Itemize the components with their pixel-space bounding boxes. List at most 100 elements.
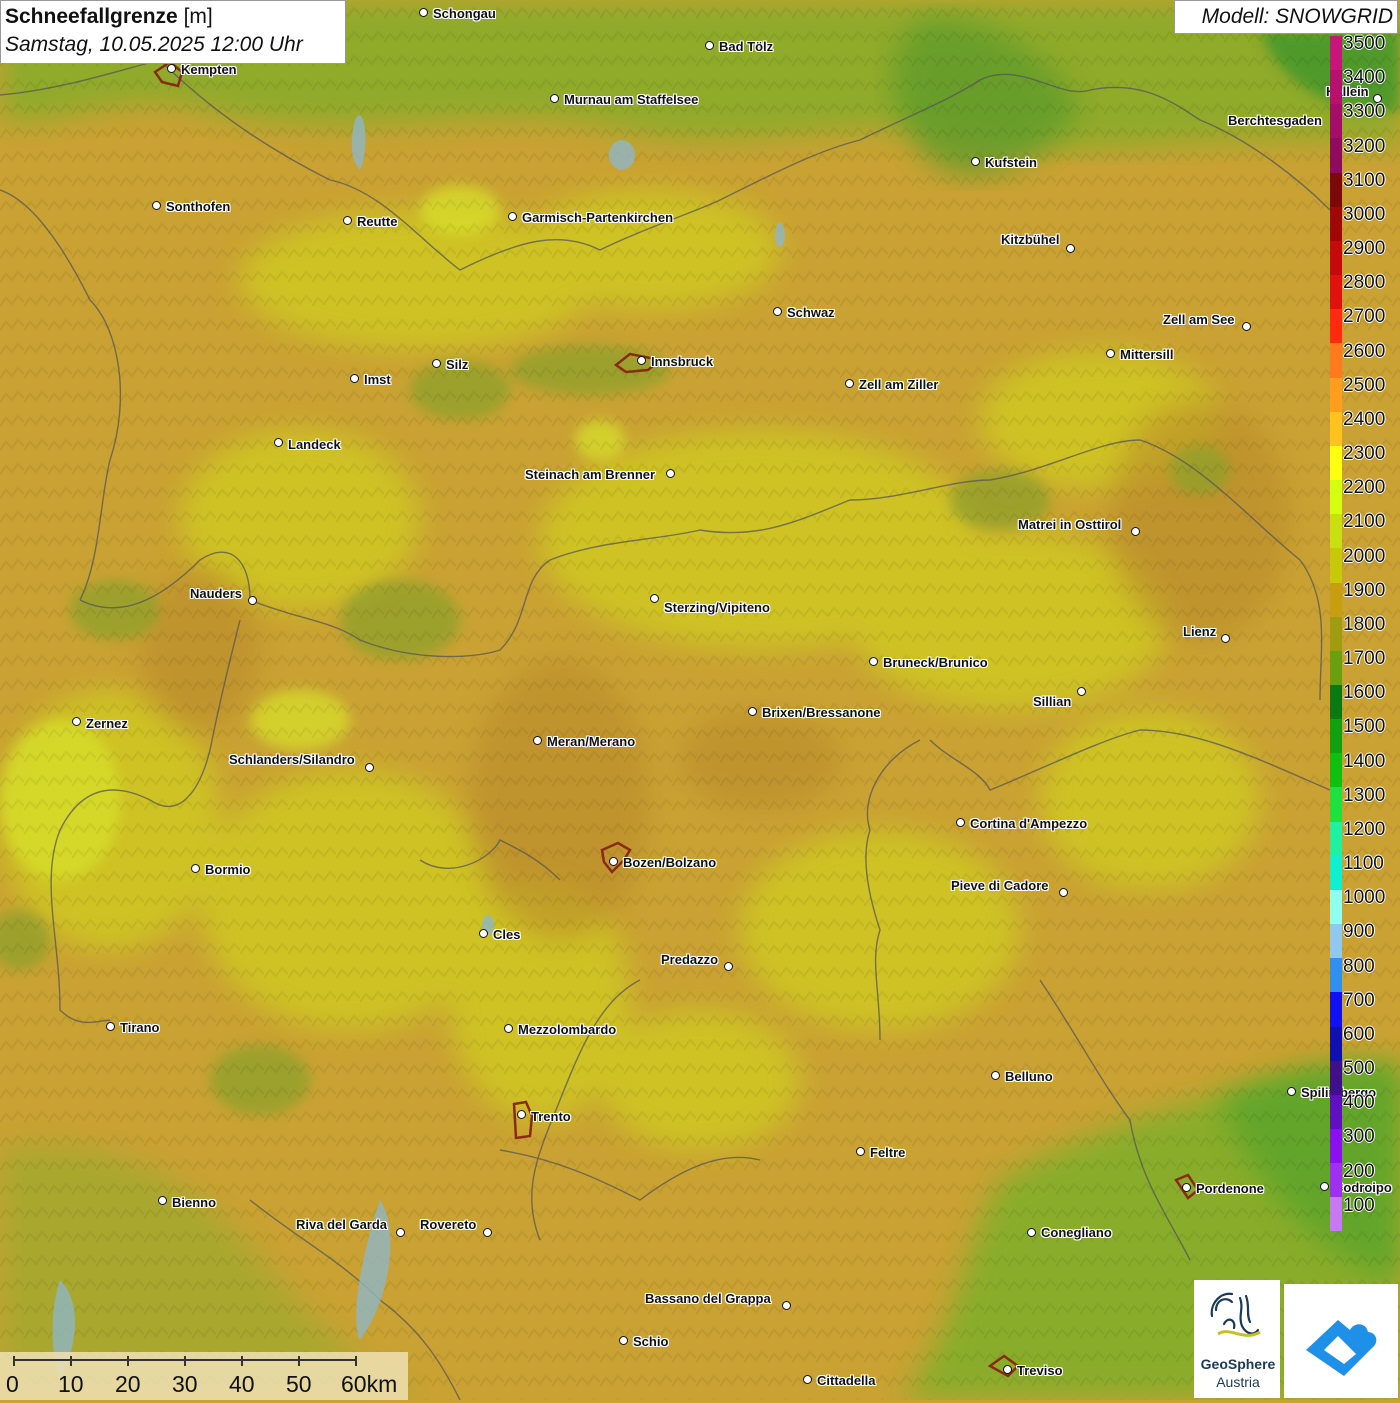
city-label: Bienno <box>172 1195 217 1210</box>
legend-label: 2200 <box>1343 477 1386 499</box>
city-marker[interactable] <box>1077 687 1086 696</box>
city-marker[interactable] <box>191 864 200 873</box>
city-marker[interactable] <box>705 41 714 50</box>
city-marker[interactable] <box>666 469 675 478</box>
legend-swatch <box>1330 924 1342 959</box>
city-marker[interactable] <box>1242 322 1251 331</box>
city-marker[interactable] <box>365 763 374 772</box>
legend-label: 1400 <box>1343 750 1386 772</box>
city-label: Landeck <box>288 437 341 452</box>
city-label: Tirano <box>120 1020 160 1035</box>
city-marker[interactable] <box>609 857 618 866</box>
legend-swatch <box>1330 275 1342 310</box>
legend-swatch <box>1330 1129 1342 1164</box>
city-label: Schongau <box>433 6 496 21</box>
city-marker[interactable] <box>1003 1365 1012 1374</box>
city-label: Schio <box>633 1334 669 1349</box>
legend-label: 2800 <box>1343 272 1386 294</box>
legend-label: 200 <box>1343 1160 1375 1182</box>
city-marker[interactable] <box>619 1336 628 1345</box>
scale-tick: 20 <box>115 1371 141 1397</box>
city-marker[interactable] <box>343 216 352 225</box>
city-marker[interactable] <box>152 201 161 210</box>
legend-label: 700 <box>1343 989 1375 1011</box>
legend-swatch <box>1330 582 1342 617</box>
legend-swatch <box>1330 1060 1342 1095</box>
map-datetime: Samstag, 10.05.2025 12:00 Uhr <box>5 33 303 56</box>
city-label: Mittersill <box>1120 347 1174 362</box>
city-marker[interactable] <box>1066 244 1075 253</box>
city-label: Bruneck/Brunico <box>883 655 988 670</box>
city-marker[interactable] <box>956 818 965 827</box>
city-marker[interactable] <box>274 438 283 447</box>
legend-label: 300 <box>1343 1126 1375 1148</box>
city-marker[interactable] <box>508 212 517 221</box>
city-label: Innsbruck <box>651 354 714 369</box>
city-label: Kufstein <box>985 155 1037 170</box>
city-label: Schwaz <box>787 305 835 320</box>
city-marker[interactable] <box>533 736 542 745</box>
city-marker[interactable] <box>248 596 257 605</box>
city-marker[interactable] <box>748 707 757 716</box>
city-marker[interactable] <box>479 929 488 938</box>
legend-swatch <box>1330 1197 1342 1232</box>
city-marker[interactable] <box>724 962 733 971</box>
city-marker[interactable] <box>991 1071 1000 1080</box>
city-marker[interactable] <box>1106 349 1115 358</box>
legend-swatch <box>1330 548 1342 583</box>
scale-tick: 30 <box>172 1371 198 1397</box>
city-marker[interactable] <box>1221 634 1230 643</box>
city-marker[interactable] <box>432 359 441 368</box>
legend-swatch <box>1330 138 1342 173</box>
city-label: Rovereto <box>420 1217 477 1232</box>
legend-label: 3300 <box>1343 101 1386 123</box>
city-marker[interactable] <box>856 1147 865 1156</box>
city-marker[interactable] <box>550 94 559 103</box>
city-marker[interactable] <box>845 379 854 388</box>
legend-swatch <box>1330 104 1342 139</box>
legend-swatch <box>1330 1094 1342 1129</box>
city-marker[interactable] <box>158 1196 167 1205</box>
city-label: Kempten <box>181 62 237 77</box>
city-marker[interactable] <box>419 8 428 17</box>
city-marker[interactable] <box>650 594 659 603</box>
city-marker[interactable] <box>72 717 81 726</box>
city-marker[interactable] <box>1059 888 1068 897</box>
legend-swatch <box>1330 514 1342 549</box>
legend-swatch <box>1330 480 1342 515</box>
legend-label: 1000 <box>1343 887 1386 909</box>
city-marker[interactable] <box>483 1228 492 1237</box>
city-marker[interactable] <box>1027 1228 1036 1237</box>
city-marker[interactable] <box>869 657 878 666</box>
legend-label: 3100 <box>1343 169 1386 191</box>
city-marker[interactable] <box>1287 1087 1296 1096</box>
model-label: Modell: SNOWGRID <box>1174 0 1398 34</box>
legend-label: 2500 <box>1343 374 1386 396</box>
city-label: Meran/Merano <box>547 734 636 749</box>
city-marker[interactable] <box>517 1110 526 1119</box>
city-marker[interactable] <box>1182 1183 1191 1192</box>
map-title-box: Schneefallgrenze [m] Samstag, 10.05.2025… <box>0 0 346 64</box>
city-marker[interactable] <box>350 374 359 383</box>
city-label: Zell am Ziller <box>859 377 939 392</box>
city-label: Treviso <box>1017 1363 1063 1378</box>
city-marker[interactable] <box>504 1024 513 1033</box>
legend-label: 2900 <box>1343 238 1386 260</box>
city-marker[interactable] <box>106 1022 115 1031</box>
city-label: Zernez <box>86 716 128 731</box>
scale-tick: 10 <box>58 1371 84 1397</box>
city-marker[interactable] <box>637 356 646 365</box>
legend-swatch <box>1330 36 1342 71</box>
city-marker[interactable] <box>167 64 176 73</box>
city-label: Silz <box>446 357 469 372</box>
city-marker[interactable] <box>773 307 782 316</box>
city-marker[interactable] <box>396 1228 405 1237</box>
city-marker[interactable] <box>1320 1182 1329 1191</box>
city-marker[interactable] <box>803 1375 812 1384</box>
cloud-logo[interactable] <box>1284 1284 1398 1398</box>
city-label: Trento <box>531 1109 571 1124</box>
city-marker[interactable] <box>971 157 980 166</box>
city-marker[interactable] <box>1131 527 1140 536</box>
city-label: Belluno <box>1005 1069 1053 1084</box>
city-marker[interactable] <box>782 1301 791 1310</box>
